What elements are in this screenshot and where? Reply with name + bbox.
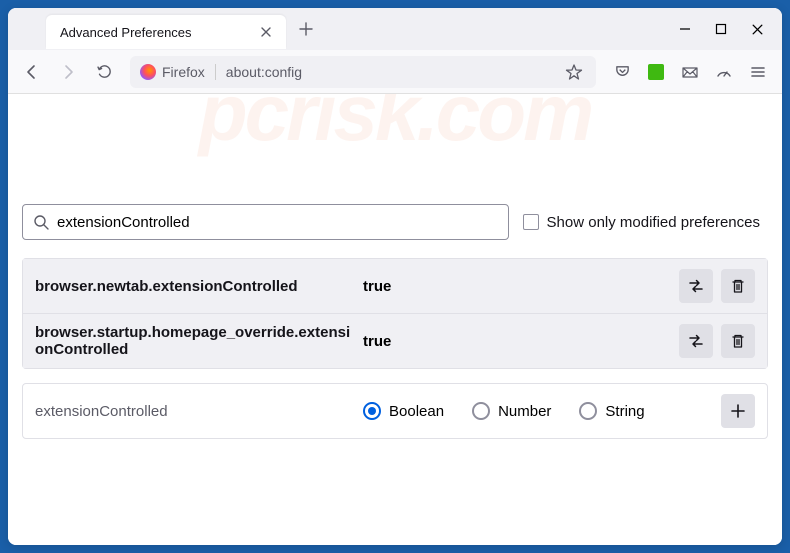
identity-box[interactable]: Firefox — [140, 64, 216, 80]
title-bar: Advanced Preferences — [8, 8, 782, 50]
type-boolean-radio[interactable]: Boolean — [363, 402, 444, 420]
add-button[interactable] — [721, 394, 755, 428]
preference-row[interactable]: browser.newtab.extensionControlled true — [23, 259, 767, 313]
radio-label: Boolean — [389, 403, 444, 420]
nav-toolbar: Firefox about:config — [8, 50, 782, 94]
reload-button[interactable] — [88, 56, 120, 88]
search-icon — [33, 214, 49, 230]
radio-icon — [363, 402, 381, 420]
new-preference-row: extensionControlled Boolean Number Strin… — [22, 383, 768, 439]
window-controls — [678, 8, 782, 50]
search-row: Show only modified preferences — [22, 204, 768, 240]
minimize-button[interactable] — [678, 22, 692, 36]
gauge-icon[interactable] — [708, 56, 740, 88]
maximize-button[interactable] — [714, 22, 728, 36]
radio-label: String — [605, 403, 644, 420]
url-text: about:config — [226, 64, 562, 80]
browser-tab[interactable]: Advanced Preferences — [46, 15, 286, 49]
close-tab-icon[interactable] — [256, 22, 276, 42]
preferences-list: browser.newtab.extensionControlled true … — [22, 258, 768, 369]
preference-row[interactable]: browser.startup.homepage_override.extens… — [23, 313, 767, 368]
new-pref-name: extensionControlled — [35, 403, 355, 420]
pref-value: true — [363, 278, 671, 295]
browser-window: Advanced Preferences — [8, 8, 782, 545]
delete-button[interactable] — [721, 324, 755, 358]
watermark: pcrisk.com — [22, 94, 768, 159]
close-window-button[interactable] — [750, 22, 764, 36]
forward-button[interactable] — [52, 56, 84, 88]
radio-label: Number — [498, 403, 551, 420]
pocket-icon[interactable] — [606, 56, 638, 88]
delete-button[interactable] — [721, 269, 755, 303]
inbox-icon[interactable] — [674, 56, 706, 88]
new-tab-button[interactable] — [292, 15, 320, 43]
back-button[interactable] — [16, 56, 48, 88]
page-content: pcrisk.com Show only modified preference… — [8, 94, 782, 545]
pref-name: browser.newtab.extensionControlled — [35, 278, 355, 295]
type-string-radio[interactable]: String — [579, 402, 644, 420]
firefox-logo-icon — [140, 64, 156, 80]
pref-name: browser.startup.homepage_override.extens… — [35, 324, 355, 358]
menu-button[interactable] — [742, 56, 774, 88]
bookmark-star-icon[interactable] — [562, 60, 586, 84]
tab-title: Advanced Preferences — [56, 25, 256, 40]
search-input[interactable] — [57, 214, 498, 231]
url-bar[interactable]: Firefox about:config — [130, 56, 596, 88]
show-modified-checkbox[interactable]: Show only modified preferences — [523, 214, 768, 231]
extension-icon[interactable] — [640, 56, 672, 88]
show-modified-label: Show only modified preferences — [547, 214, 760, 231]
search-box[interactable] — [22, 204, 509, 240]
checkbox-icon — [523, 214, 539, 230]
type-number-radio[interactable]: Number — [472, 402, 551, 420]
toggle-button[interactable] — [679, 269, 713, 303]
radio-icon — [579, 402, 597, 420]
identity-label: Firefox — [162, 64, 205, 80]
radio-icon — [472, 402, 490, 420]
toggle-button[interactable] — [679, 324, 713, 358]
pref-value: true — [363, 333, 671, 350]
